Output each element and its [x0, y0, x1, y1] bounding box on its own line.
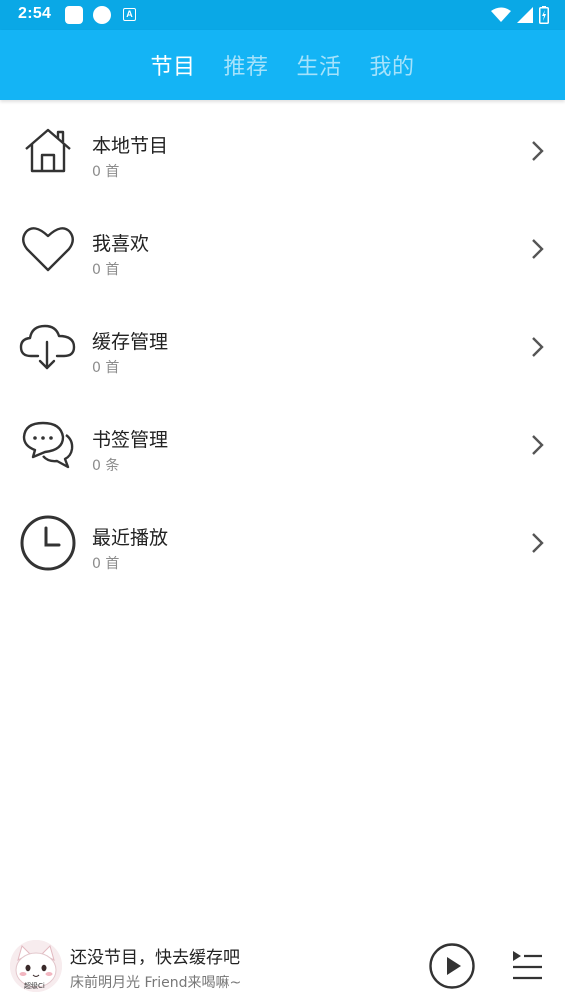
album-avatar[interactable]: 超级Ci: [10, 940, 62, 992]
heart-icon: [18, 219, 78, 279]
tab-recommend[interactable]: 推荐: [223, 49, 268, 81]
list-item-count: 0 首: [92, 262, 120, 278]
list-item-count: 0 条: [92, 458, 120, 474]
list-item-count: 0 首: [92, 164, 120, 180]
tab-life[interactable]: 生活: [297, 49, 342, 81]
a-box-icon: A: [123, 8, 136, 21]
chat-bubbles-icon: [18, 415, 78, 475]
wifi-icon: [491, 7, 511, 22]
list-item-title: 缓存管理: [92, 331, 169, 353]
player-subtitle: 床前明月光 Friend来喝嘛~: [70, 975, 242, 991]
chevron-right-icon: [532, 435, 544, 455]
list-item-recent-plays[interactable]: 最近播放 0 首: [0, 492, 565, 590]
list-item-title: 本地节目: [92, 135, 169, 157]
chevron-right-icon: [532, 239, 544, 259]
player-title: 还没节目，快去缓存吧: [70, 948, 240, 968]
tab-programs[interactable]: 节目: [150, 49, 195, 81]
battery-icon: [539, 6, 549, 24]
tab-mine[interactable]: 我的: [370, 49, 415, 81]
list-item-local-programs[interactable]: 本地节目 0 首: [0, 100, 565, 198]
chevron-right-icon: [532, 533, 544, 553]
playlist-button[interactable]: [510, 948, 544, 982]
list-item-title: 书签管理: [92, 429, 169, 451]
list-item-count: 0 首: [92, 556, 120, 572]
top-tab-bar: 节目 推荐 生活 我的: [0, 30, 565, 100]
list-item-cache-manage[interactable]: 缓存管理 0 首: [0, 296, 565, 394]
clock-icon: [18, 513, 78, 573]
mini-player[interactable]: 超级Ci 还没节目，快去缓存吧 床前明月光 Friend来喝嘛~: [0, 934, 565, 1004]
avatar-caption: 超级Ci: [24, 982, 45, 990]
chevron-right-icon: [532, 141, 544, 161]
signal-icon: [517, 7, 533, 23]
cloud-download-icon: [18, 317, 78, 377]
status-right-icons: [491, 5, 549, 25]
list-item-count: 0 首: [92, 360, 120, 376]
status-time: 2:54: [18, 5, 52, 22]
chevron-right-icon: [532, 337, 544, 357]
play-button[interactable]: [429, 943, 475, 989]
list-item-bookmarks[interactable]: 书签管理 0 条: [0, 394, 565, 492]
list-item-favorites[interactable]: 我喜欢 0 首: [0, 198, 565, 296]
menu-list: 本地节目 0 首 我喜欢 0 首 缓存管理 0 首 书签管理 0 条 最近播放 …: [0, 100, 565, 590]
square-app-icon: [65, 6, 83, 24]
home-icon: [18, 121, 78, 181]
status-bar: 2:54 A: [0, 0, 565, 30]
list-item-title: 最近播放: [92, 527, 169, 549]
list-item-title: 我喜欢: [92, 233, 150, 255]
circle-app-icon: [93, 6, 111, 24]
